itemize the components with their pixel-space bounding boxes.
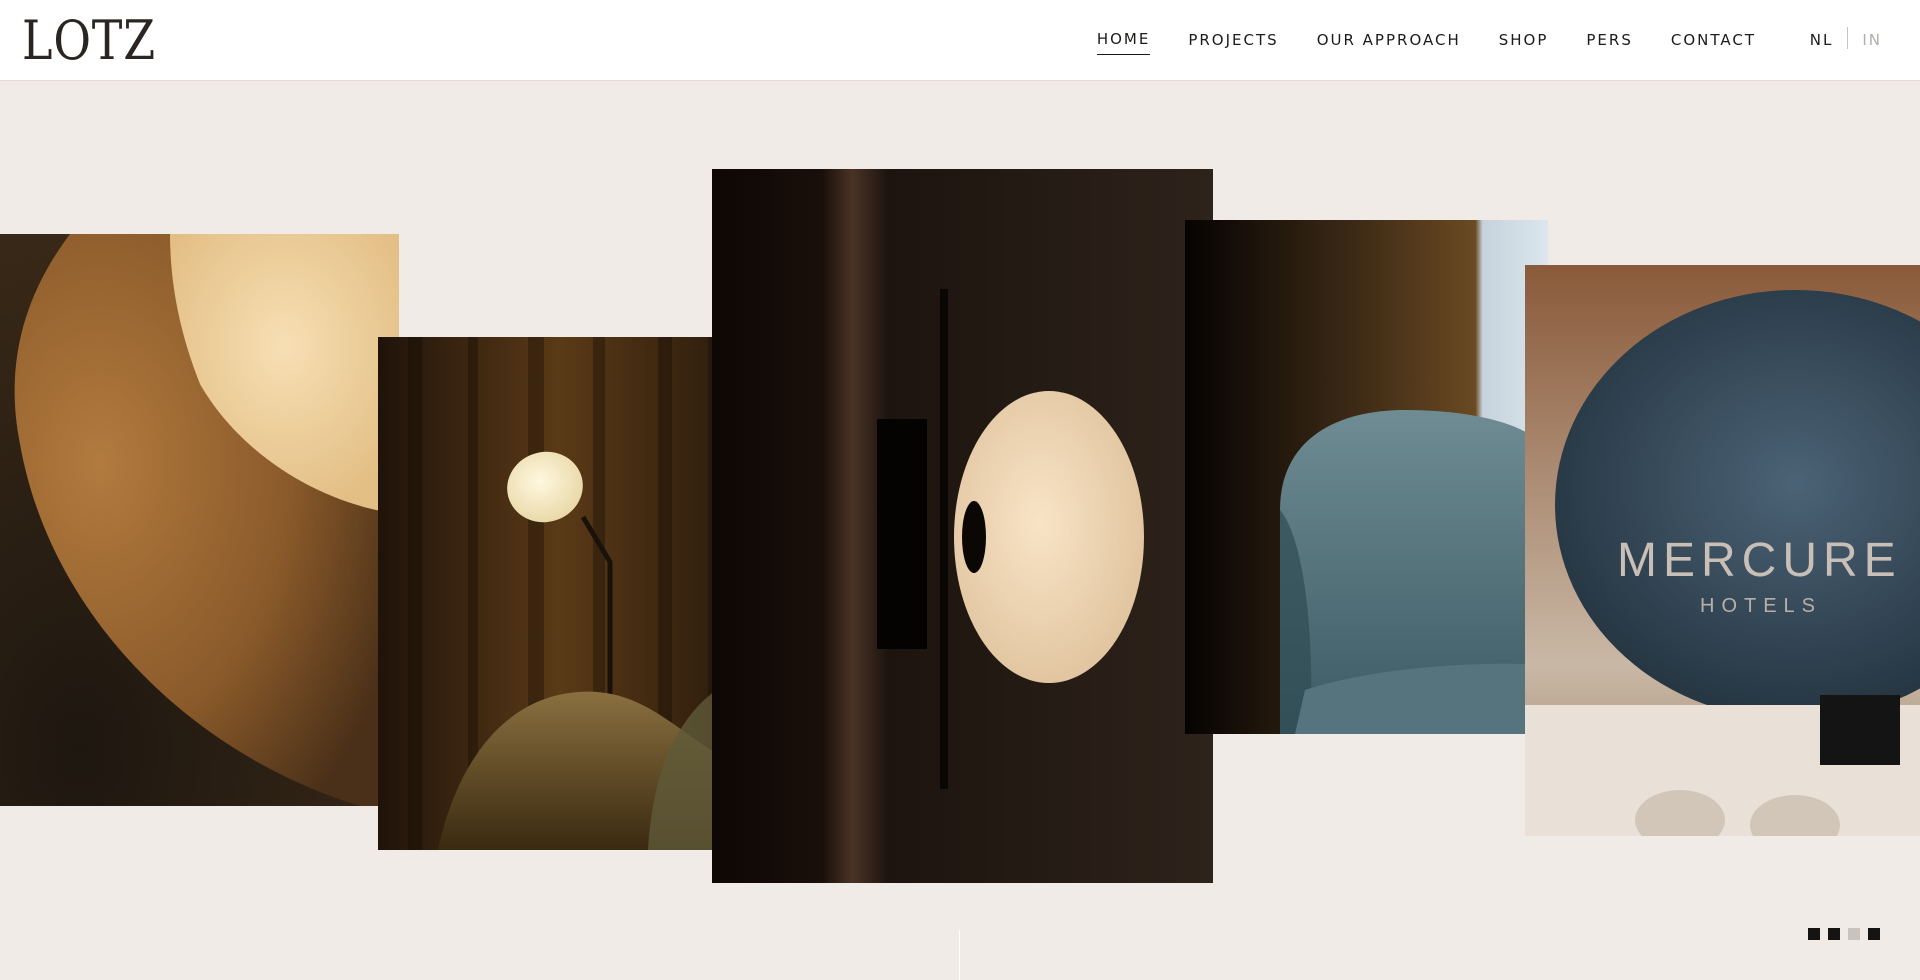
slider-pagination bbox=[1808, 928, 1880, 940]
gallery-photo-brass-lamp[interactable] bbox=[0, 234, 399, 806]
nav-shop[interactable]: SHOP bbox=[1499, 31, 1549, 55]
nav-contact[interactable]: CONTACT bbox=[1671, 31, 1756, 55]
scroll-indicator-line bbox=[959, 930, 960, 980]
nav-projects[interactable]: PROJECTS bbox=[1188, 31, 1278, 55]
gallery-photo-mercure-sign[interactable]: MERCURE HOTELS bbox=[1525, 265, 1920, 836]
nav-home[interactable]: HOME bbox=[1096, 30, 1151, 55]
nav-our-approach[interactable]: OUR APPROACH bbox=[1317, 31, 1461, 55]
language-switcher: NL IN bbox=[1810, 27, 1882, 49]
main-nav: HOME PROJECTS OUR APPROACH SHOP PERS CON… bbox=[1096, 30, 1756, 55]
site-header: LOTZ HOME PROJECTS OUR APPROACH SHOP PER… bbox=[0, 0, 1920, 81]
nav-pers[interactable]: PERS bbox=[1586, 31, 1632, 55]
gallery-photo-curtain-lamp[interactable] bbox=[378, 337, 741, 850]
lang-nl[interactable]: NL bbox=[1810, 31, 1848, 49]
gallery-photo-wall-lamp[interactable] bbox=[712, 169, 1213, 883]
slider-dot-2[interactable] bbox=[1828, 928, 1840, 940]
gallery-photo-velvet-chair[interactable] bbox=[1185, 220, 1548, 734]
lang-in[interactable]: IN bbox=[1848, 31, 1882, 49]
slider-dot-1[interactable] bbox=[1808, 928, 1820, 940]
slider-dot-3[interactable] bbox=[1848, 928, 1860, 940]
slider-dot-4[interactable] bbox=[1868, 928, 1880, 940]
logo[interactable]: LOTZ bbox=[22, 14, 156, 68]
